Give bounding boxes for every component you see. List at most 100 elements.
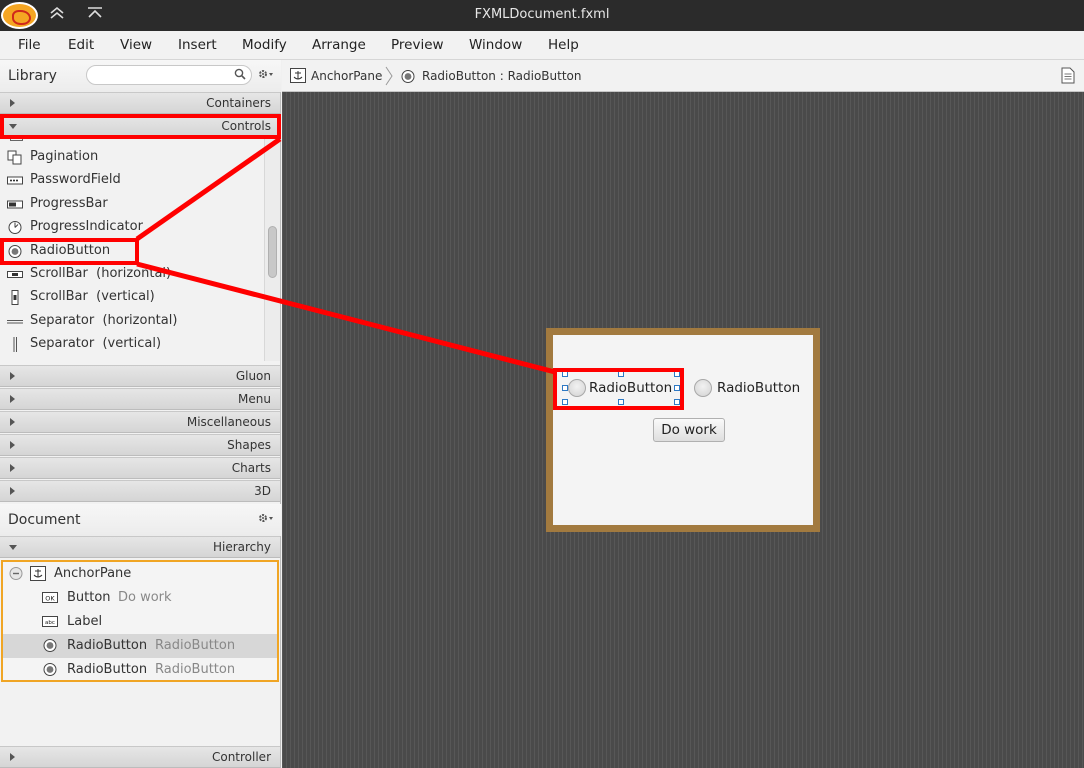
hierarchy-tree: AnchorPane OK Button Do work abc Label R… — [1, 560, 279, 682]
breadcrumb-item-anchorpane[interactable]: AnchorPane — [311, 69, 382, 83]
section-label: Containers — [206, 96, 271, 110]
list-item-passwordfield[interactable]: PasswordField — [0, 169, 264, 192]
anchor-pane-icon — [30, 566, 46, 581]
menu-window[interactable]: Window — [469, 37, 522, 53]
section-label: Miscellaneous — [186, 415, 271, 429]
expand-arrow-icon — [10, 464, 15, 472]
library-title: Library — [8, 68, 57, 84]
expand-arrow-icon — [10, 487, 15, 495]
section-label: Charts — [231, 461, 271, 475]
menu-preview[interactable]: Preview — [391, 37, 444, 53]
section-miscellaneous[interactable]: Miscellaneous — [0, 411, 280, 433]
radio-button-icon — [42, 638, 58, 653]
breadcrumb-item-radiobutton[interactable]: RadioButton : RadioButton — [422, 69, 582, 83]
breadcrumb: AnchorPane RadioButton : RadioButton — [282, 60, 1084, 92]
menu-modify[interactable]: Modify — [242, 37, 287, 53]
tree-item-value: RadioButton — [155, 638, 236, 653]
section-label: Shapes — [227, 438, 271, 452]
list-item-scrollbar-vertical[interactable]: ScrollBar (vertical) — [0, 286, 264, 309]
section-3d[interactable]: 3D — [0, 480, 280, 502]
list-item-label: Separator (horizontal) — [30, 313, 178, 328]
radiobutton-2-label: RadioButton — [717, 380, 801, 396]
tree-item-radiobutton[interactable]: RadioButton RadioButton — [3, 658, 277, 682]
tree-item-anchorpane[interactable]: AnchorPane — [3, 562, 277, 586]
section-hierarchy[interactable]: Hierarchy — [0, 536, 280, 558]
scrollbar-vertical-icon — [7, 290, 23, 305]
svg-text:OK: OK — [45, 595, 55, 603]
progress-indicator-icon — [7, 220, 23, 235]
tree-item-radiobutton-selected[interactable]: RadioButton RadioButton — [3, 634, 277, 658]
list-item-label: ProgressBar — [30, 196, 108, 211]
menu-bar: File Edit View Insert Modify Arrange Pre… — [0, 31, 1084, 60]
separator-horizontal-icon — [7, 314, 23, 329]
radiobutton-2[interactable]: RadioButton — [693, 375, 808, 401]
highlight-radiobutton-on-canvas — [553, 368, 684, 410]
tree-item-name: AnchorPane — [54, 566, 132, 581]
section-label: Controller — [211, 750, 271, 764]
library-gear-icon[interactable] — [258, 68, 274, 82]
document-header: Document — [0, 504, 281, 536]
collapse-arrow-icon — [9, 545, 17, 550]
expand-arrow-icon — [10, 99, 15, 107]
list-item-pagination[interactable]: Pagination — [0, 146, 264, 169]
pagination-icon — [7, 150, 23, 165]
progress-bar-icon — [7, 197, 23, 212]
anchor-pane-stage[interactable]: RadioButton RadioButton Do work — [546, 328, 820, 532]
section-menu[interactable]: Menu — [0, 388, 280, 410]
radio-button-icon — [42, 662, 58, 677]
expand-arrow-icon — [10, 753, 15, 761]
window-title: FXMLDocument.fxml — [474, 7, 610, 22]
list-item-progressindicator[interactable]: ProgressIndicator — [0, 216, 264, 239]
do-work-button[interactable]: Do work — [653, 418, 725, 442]
section-gluon[interactable]: Gluon — [0, 365, 280, 387]
separator-vertical-icon — [7, 337, 23, 352]
list-item-label: ProgressIndicator — [30, 219, 143, 234]
list-item-label: Pagination — [30, 149, 99, 164]
label-icon: abc — [42, 614, 58, 629]
menu-view[interactable]: View — [120, 37, 152, 53]
list-item-label: ScrollBar (horizontal) — [30, 266, 172, 281]
list-item-separator-vertical[interactable]: Separator (vertical) — [0, 333, 264, 356]
section-charts[interactable]: Charts — [0, 457, 280, 479]
tree-item-name: RadioButton — [67, 662, 148, 677]
tree-item-name: Label — [67, 614, 103, 629]
document-title: Document — [8, 512, 81, 528]
menu-insert[interactable]: Insert — [178, 37, 217, 53]
expand-arrow-icon — [10, 372, 15, 380]
scrollbar-horizontal-icon — [7, 267, 23, 282]
menu-edit[interactable]: Edit — [68, 37, 94, 53]
section-label: Menu — [238, 392, 271, 406]
tree-item-button[interactable]: OK Button Do work — [3, 586, 277, 610]
collapse-node-icon[interactable] — [8, 566, 24, 581]
expand-arrow-icon — [10, 441, 15, 449]
tree-item-value: Do work — [118, 590, 172, 605]
section-label: Hierarchy — [212, 540, 271, 554]
button-icon: OK — [42, 590, 58, 605]
tree-item-name: Button — [67, 590, 111, 605]
library-header: Library — [0, 60, 281, 92]
library-scroll-thumb[interactable] — [268, 226, 277, 278]
list-item-scrollbar-horizontal[interactable]: ScrollBar (horizontal) — [0, 263, 264, 286]
tree-item-label[interactable]: abc Label — [3, 610, 277, 634]
list-item-progressbar[interactable]: ProgressBar — [0, 193, 264, 216]
password-field-icon — [7, 173, 23, 188]
menu-arrange[interactable]: Arrange — [312, 37, 366, 53]
library-scrollbar[interactable] — [264, 138, 280, 361]
section-containers[interactable]: Containers — [0, 92, 280, 114]
expand-arrow-icon — [10, 418, 15, 426]
list-item-separator-horizontal[interactable]: Separator (horizontal) — [0, 310, 264, 333]
library-search-input[interactable] — [86, 65, 252, 85]
search-icon[interactable] — [234, 68, 246, 80]
anchor-pane-content[interactable]: RadioButton RadioButton Do work — [553, 335, 813, 525]
design-canvas[interactable]: RadioButton RadioButton Do work — [282, 92, 1084, 768]
tree-item-name: RadioButton — [67, 638, 148, 653]
list-item-label: PasswordField — [30, 172, 121, 187]
document-icon[interactable] — [1061, 67, 1075, 88]
expand-arrow-icon — [10, 395, 15, 403]
anchor-pane-icon — [290, 68, 306, 87]
menu-help[interactable]: Help — [548, 37, 579, 53]
section-shapes[interactable]: Shapes — [0, 434, 280, 456]
document-gear-icon[interactable] — [258, 512, 274, 526]
menu-file[interactable]: File — [18, 37, 41, 53]
section-controller[interactable]: Controller — [0, 746, 280, 768]
